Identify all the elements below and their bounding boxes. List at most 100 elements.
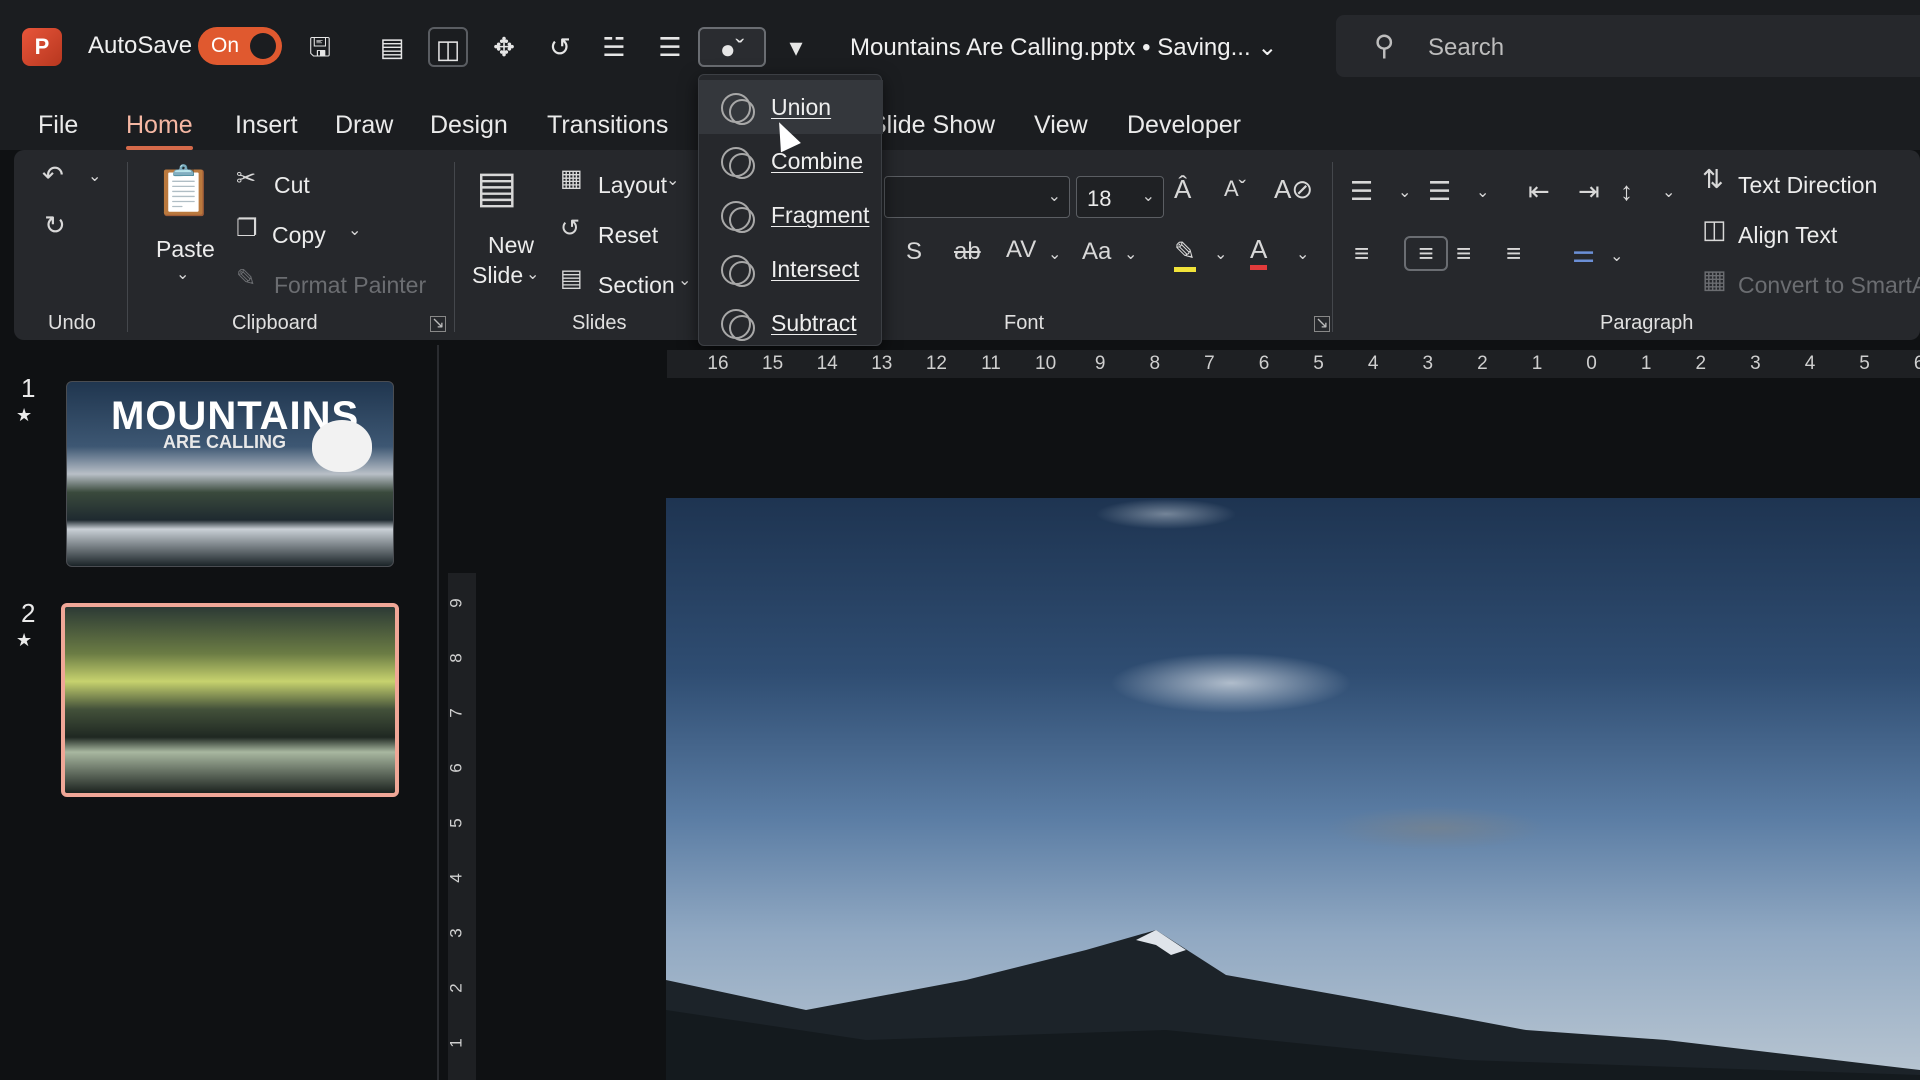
align-text-button[interactable]: Align Text <box>1738 222 1837 249</box>
undo-dropdown-icon[interactable]: ⌄ <box>88 166 101 186</box>
character-spacing-icon[interactable]: AV <box>1006 236 1036 264</box>
tab-design[interactable]: Design <box>430 111 508 140</box>
layout-button[interactable]: Layout <box>598 172 667 199</box>
menu-item-fragment[interactable]: Fragment <box>699 188 883 242</box>
autosave-label: AutoSave <box>88 32 193 59</box>
menu-item-label: Intersect <box>771 256 860 282</box>
dog-image <box>312 420 372 472</box>
format-painter-button[interactable]: Format Painter <box>274 272 426 299</box>
ruler-tick-label: 10 <box>1035 353 1057 374</box>
arrange-icon[interactable]: ◫ <box>428 27 468 67</box>
line-spacing-icon[interactable]: ↕ <box>1620 176 1633 207</box>
slide-canvas[interactable] <box>666 498 1920 1080</box>
paste-dropdown-icon[interactable]: ⌄ <box>176 264 189 284</box>
highlight-color-icon[interactable]: ✎ <box>1174 236 1196 272</box>
section-dropdown-icon[interactable]: ⌄ <box>678 270 691 290</box>
char-spacing-dropdown-icon[interactable]: ⌄ <box>1048 244 1061 264</box>
rotate-icon[interactable]: ↺ <box>540 27 580 67</box>
tab-view[interactable]: View <box>1034 111 1088 140</box>
section-button[interactable]: Section <box>598 272 675 299</box>
shadow-text-icon[interactable]: S <box>906 238 922 266</box>
new-slide-icon[interactable]: ▤ <box>476 162 518 213</box>
slide-thumbnail-1[interactable]: MOUNTAINS ARE CALLING <box>66 381 394 567</box>
save-icon[interactable]: 🖫 <box>300 27 340 67</box>
align-center-text-icon[interactable]: ≡ <box>1404 236 1448 271</box>
tab-file[interactable]: File <box>38 111 78 140</box>
ruler-tick-label: 14 <box>816 353 838 374</box>
strikethrough-icon[interactable]: ab <box>954 238 981 266</box>
align-right-icon[interactable]: ≡ <box>1456 238 1471 269</box>
ruler-tick-label: 7 <box>1204 353 1215 374</box>
tab-insert[interactable]: Insert <box>235 111 298 140</box>
convert-smartart-button[interactable]: Convert to SmartA <box>1738 272 1920 299</box>
tab-slide-show[interactable]: Slide Show <box>870 111 995 140</box>
slide-number: 1 <box>21 373 36 403</box>
ruler-tick-label: 6 <box>1258 353 1270 374</box>
search-placeholder: Search <box>1428 34 1505 61</box>
ruler-tick-label: 1 <box>446 1038 466 1048</box>
tab-developer[interactable]: Developer <box>1127 111 1241 140</box>
document-title[interactable]: Mountains Are Calling.pptx • Saving... ⌄ <box>850 33 1277 62</box>
highlight-dropdown-icon[interactable]: ⌄ <box>1214 244 1227 264</box>
font-launcher-icon[interactable]: ↘ <box>1314 316 1330 332</box>
grow-font-icon[interactable]: Â <box>1174 174 1191 205</box>
new-slide-label-2[interactable]: Slide <box>472 262 523 289</box>
combine-icon <box>721 147 755 179</box>
font-size-select[interactable]: 18 ⌄ <box>1076 176 1164 218</box>
new-slide-label-1[interactable]: New <box>488 232 534 259</box>
ruler-tick-label: 9 <box>446 598 466 608</box>
align-left-icon[interactable]: ≡ <box>1354 238 1369 269</box>
copy-dropdown-icon[interactable]: ⌄ <box>348 220 361 240</box>
tab-home[interactable]: Home <box>126 111 193 150</box>
columns-dropdown-icon[interactable]: ⌄ <box>1610 246 1623 266</box>
paste-button[interactable]: Paste <box>156 236 215 263</box>
columns-icon[interactable]: ⚌ <box>1572 238 1595 269</box>
menu-item-intersect[interactable]: Intersect <box>699 242 883 296</box>
clear-formatting-icon[interactable]: A⊘ <box>1274 174 1313 205</box>
change-case-dropdown-icon[interactable]: ⌄ <box>1124 244 1137 264</box>
tab-draw[interactable]: Draw <box>335 111 393 140</box>
clipboard-launcher-icon[interactable]: ↘ <box>430 316 446 332</box>
search-icon: ⚲ <box>1374 30 1395 61</box>
shrink-font-icon[interactable]: Aˇ <box>1224 176 1246 202</box>
tab-transitions[interactable]: Transitions <box>547 111 668 140</box>
new-slide-dropdown-icon[interactable]: ⌄ <box>526 264 539 284</box>
slide-layout-icon[interactable]: ▤ <box>372 27 412 67</box>
numbering-icon[interactable]: ☰ <box>1428 176 1451 207</box>
customize-qat-icon[interactable]: ▾ <box>776 27 816 67</box>
reset-button[interactable]: Reset <box>598 222 658 249</box>
distribute-icon[interactable]: ☰ <box>650 27 690 67</box>
chevron-down-icon: ⌄ <box>1141 188 1155 205</box>
text-direction-button[interactable]: Text Direction <box>1738 172 1877 199</box>
redo-icon[interactable]: ↻ <box>44 210 66 241</box>
font-family-select[interactable]: ⌄ <box>884 176 1070 218</box>
font-color-dropdown-icon[interactable]: ⌄ <box>1296 244 1309 264</box>
copy-icon: ❐ <box>236 215 258 242</box>
copy-button[interactable]: Copy <box>272 222 326 249</box>
mountain-landscape <box>666 930 1920 1080</box>
ruler-tick-label: 6 <box>446 763 466 773</box>
layout-dropdown-icon[interactable]: ⌄ <box>666 170 679 190</box>
slide-thumbnail-2[interactable] <box>61 603 399 797</box>
bullets-icon[interactable]: ☰ <box>1350 176 1373 207</box>
section-icon: ▤ <box>560 265 583 292</box>
merge-shapes-button[interactable]: ●ˇ <box>698 27 766 67</box>
undo-icon[interactable]: ↶ <box>42 160 64 191</box>
decrease-indent-icon[interactable]: ⇤ <box>1528 176 1550 207</box>
paste-icon[interactable]: 📋 <box>154 162 214 219</box>
font-color-icon[interactable]: A <box>1250 234 1268 270</box>
justify-icon[interactable]: ≡ <box>1506 238 1521 269</box>
cut-button[interactable]: Cut <box>274 172 310 199</box>
bullets-dropdown-icon[interactable]: ⌄ <box>1398 182 1411 202</box>
align-center-icon[interactable]: ☱ <box>594 27 634 67</box>
pane-divider[interactable] <box>437 345 439 1080</box>
move-icon[interactable]: ✥ <box>484 27 524 67</box>
ribbon-tabs: File Home Insert Draw Design Transitions… <box>0 95 1920 150</box>
change-case-icon[interactable]: Aa <box>1082 238 1111 266</box>
search-box[interactable]: ⚲ Search <box>1336 15 1920 77</box>
autosave-toggle[interactable]: On <box>198 27 282 65</box>
numbering-dropdown-icon[interactable]: ⌄ <box>1476 182 1489 202</box>
menu-item-subtract[interactable]: Subtract <box>699 296 883 350</box>
line-spacing-dropdown-icon[interactable]: ⌄ <box>1662 182 1675 202</box>
increase-indent-icon[interactable]: ⇥ <box>1578 176 1600 207</box>
